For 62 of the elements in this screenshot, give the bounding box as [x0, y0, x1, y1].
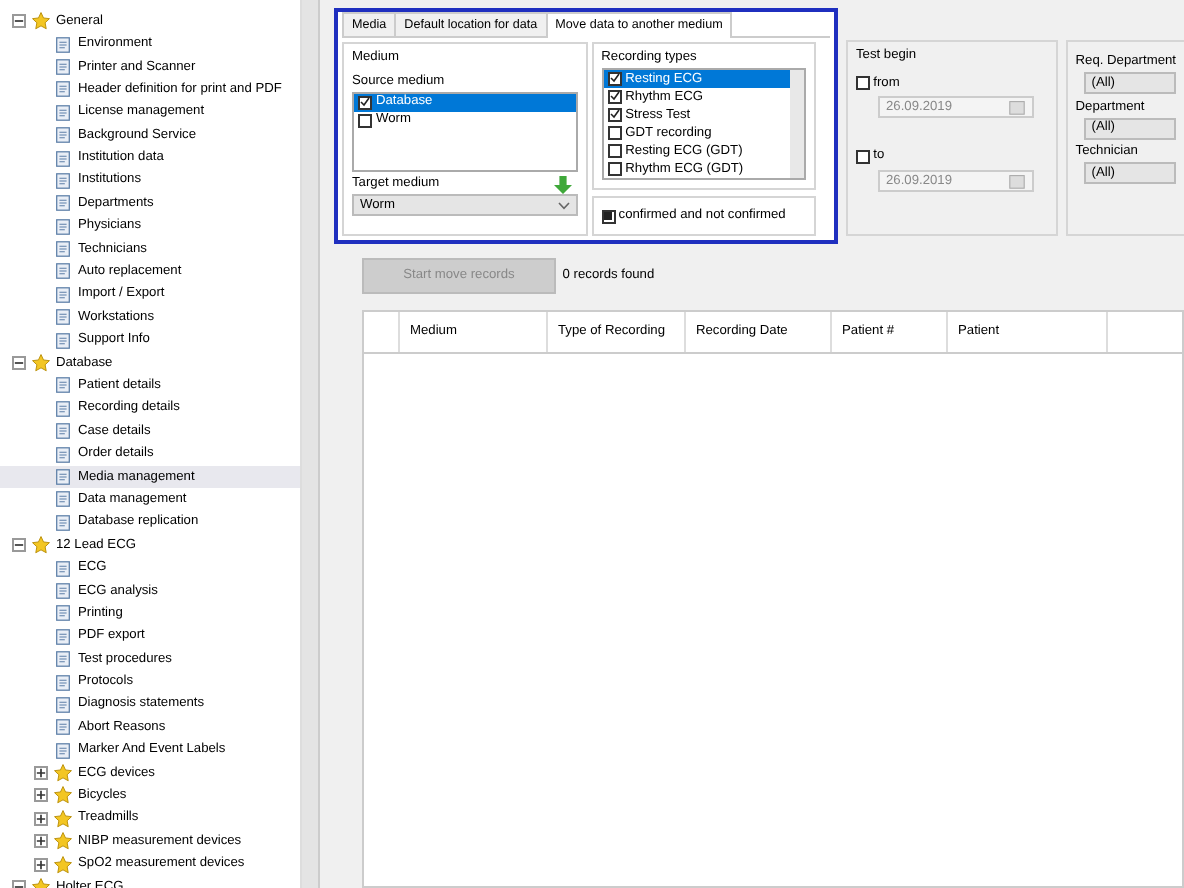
document-icon — [54, 194, 72, 213]
document-icon — [54, 468, 72, 486]
document-icon — [54, 308, 72, 327]
document-icon — [54, 513, 72, 532]
document-icon — [54, 217, 72, 236]
document-icon — [54, 604, 72, 623]
document-icon — [54, 171, 72, 190]
star-icon — [54, 764, 72, 783]
checkbox[interactable] — [607, 107, 622, 122]
document-icon — [54, 35, 72, 54]
star-icon — [32, 12, 50, 31]
checkbox[interactable] — [601, 209, 616, 224]
document-icon — [54, 399, 72, 418]
caret-icon — [558, 201, 570, 210]
arrow-down-icon — [553, 176, 572, 195]
document-icon — [54, 262, 72, 281]
document-icon — [54, 673, 72, 692]
document-icon — [54, 285, 72, 304]
calendar-icon — [1008, 171, 1026, 190]
document-icon — [54, 559, 72, 578]
star-icon — [32, 536, 50, 555]
expand-toggle[interactable] — [12, 14, 26, 29]
checkbox[interactable] — [856, 149, 870, 164]
checkbox[interactable] — [607, 125, 622, 140]
checkbox[interactable] — [607, 143, 622, 158]
scrollbar[interactable] — [300, 0, 318, 888]
checkbox[interactable] — [607, 89, 622, 104]
document-icon — [54, 581, 72, 600]
document-icon — [54, 718, 72, 737]
document-icon — [54, 103, 72, 122]
expand-toggle[interactable] — [12, 538, 26, 553]
expand-toggle[interactable] — [12, 356, 26, 371]
document-icon — [54, 490, 72, 509]
star-icon — [32, 354, 50, 373]
star-icon — [54, 832, 72, 851]
document-icon — [54, 695, 72, 714]
document-icon — [54, 650, 72, 669]
checkbox[interactable] — [358, 95, 372, 109]
checkbox[interactable] — [607, 161, 622, 176]
expand-toggle[interactable] — [34, 811, 48, 826]
expand-toggle[interactable] — [34, 788, 48, 803]
document-icon — [54, 741, 72, 760]
document-icon — [54, 57, 72, 76]
checkbox[interactable] — [856, 76, 870, 91]
document-icon — [54, 240, 72, 259]
star-icon — [54, 809, 72, 828]
document-icon — [54, 149, 72, 168]
checkbox[interactable] — [358, 113, 372, 127]
expand-toggle[interactable] — [34, 857, 48, 872]
document-icon — [54, 331, 72, 350]
document-icon — [54, 627, 72, 646]
calendar-icon — [1008, 98, 1026, 117]
star-icon — [54, 855, 72, 874]
document-icon — [54, 422, 72, 441]
document-icon — [54, 376, 72, 395]
checkbox[interactable] — [607, 71, 622, 86]
expand-toggle[interactable] — [34, 834, 48, 849]
expand-toggle[interactable] — [34, 766, 48, 781]
star-icon — [54, 786, 72, 805]
document-icon — [54, 445, 72, 464]
document-icon — [54, 80, 72, 99]
document-icon — [54, 126, 72, 145]
